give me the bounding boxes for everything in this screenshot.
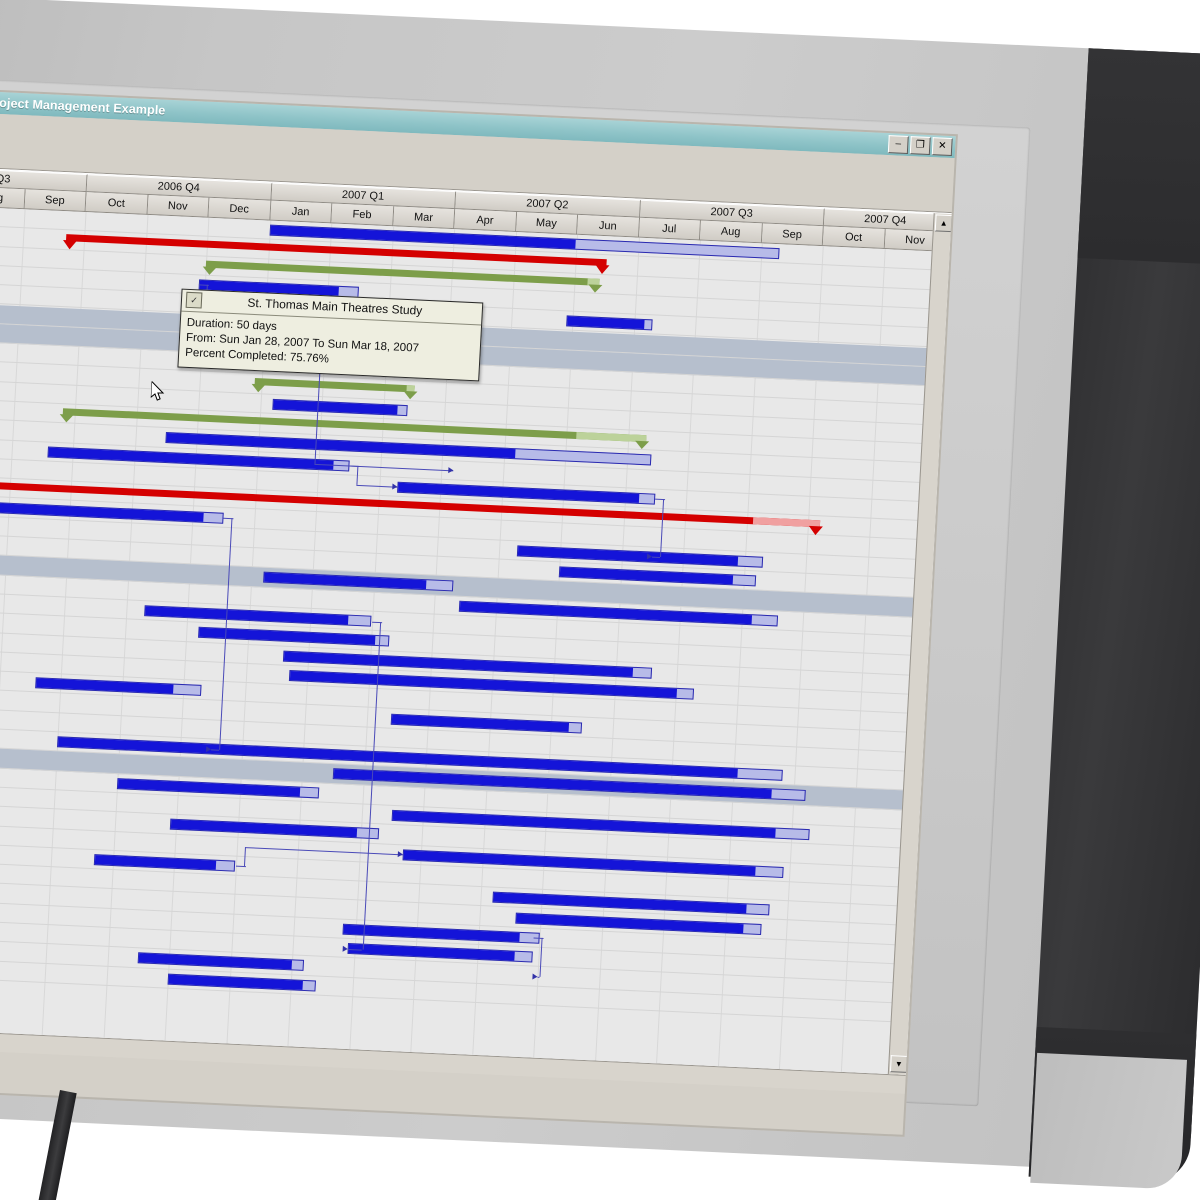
app-window: e Store - ActiveGantt Scheduler Control … (0, 73, 958, 1137)
monitor-bezel-top-corner (1077, 48, 1200, 266)
summary-cap-left-icon (251, 384, 266, 393)
dependency-arrow-icon (532, 973, 538, 980)
task-tooltip: ✓ St. Thomas Main Theatres Study Duratio… (177, 288, 484, 381)
window-controls: – ❐ ✕ (887, 135, 953, 157)
scroll-up-button[interactable]: ▲ (934, 214, 953, 233)
timeline-month-cell: Jan (269, 200, 333, 224)
dependency-arrow-icon (392, 483, 398, 491)
summary-cap-left-icon (59, 414, 74, 423)
timeline-month-cell: Aug (0, 186, 26, 210)
summary-cap-left-icon (62, 240, 77, 250)
monitor: e Store - ActiveGantt Scheduler Control … (0, 0, 1200, 1190)
summary-cap-right-icon (403, 391, 418, 400)
dependency-arrow-icon (647, 553, 653, 560)
monitor-foot (1030, 1052, 1187, 1190)
timeline-month-cell: Jul (638, 217, 701, 241)
summary-cap-right-icon (634, 440, 650, 450)
timeline-month-cell: Oct (85, 192, 149, 215)
summary-cap-left-icon (202, 266, 217, 275)
timeline-month-cell: May (515, 211, 579, 235)
timeline-month-cell: Sep (24, 189, 87, 213)
timeline-month-cell: Jun (577, 214, 640, 238)
dependency-arrow-icon (205, 745, 212, 752)
timeline-month-cell: Oct (822, 226, 886, 250)
timeline-month-cell: Dec (208, 197, 271, 221)
timeline-month-cell: Apr (454, 209, 517, 232)
summary-cap-right-icon (808, 526, 824, 536)
timeline-month-cell: Nov (146, 194, 210, 218)
timeline-month-cell: Sep (761, 223, 824, 247)
dependency-link (537, 976, 540, 978)
summary-cap-right-icon (587, 283, 603, 293)
timeline-month-cell: Mar (392, 206, 456, 230)
scroll-down-button[interactable]: ▼ (889, 1055, 908, 1073)
timeline-month-cell: Aug (699, 220, 763, 244)
summary-cap-right-icon (594, 264, 610, 275)
checkbox-icon: ✓ (185, 291, 203, 309)
close-button[interactable]: ✕ (931, 137, 953, 157)
timeline-month-cell: Feb (331, 203, 394, 227)
dependency-arrow-icon (342, 945, 349, 952)
minimize-button[interactable]: – (887, 135, 909, 155)
screenshot-stage: e Store - ActiveGantt Scheduler Control … (0, 0, 1200, 1200)
gantt-grid-area: sk Name PlanProjectsucture Work TeamGuys… (0, 152, 953, 1075)
maximize-button[interactable]: ❐ (909, 136, 931, 156)
dependency-arrow-icon (448, 467, 454, 474)
dependency-arrow-icon (397, 851, 403, 858)
